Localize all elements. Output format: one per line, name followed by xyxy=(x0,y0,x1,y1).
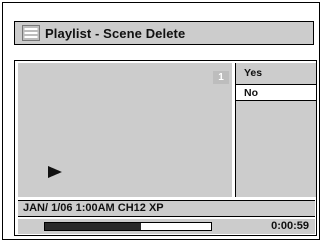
confirm-menu: Yes No xyxy=(235,63,316,197)
playback-time: 0:00:59 xyxy=(271,220,309,232)
progress-fill xyxy=(45,223,142,230)
menu-item-yes[interactable]: Yes xyxy=(236,65,316,82)
recording-info: JAN/ 1/06 1:00AM CH12 XP xyxy=(23,202,164,214)
page-title: Playlist - Scene Delete xyxy=(45,25,186,41)
playlist-icon xyxy=(22,25,40,41)
title-bar: Playlist - Scene Delete xyxy=(14,21,314,45)
dialog-frame: Playlist - Scene Delete 1 Yes No JAN/ 1/… xyxy=(2,2,320,240)
playback-progress: 0:00:59 xyxy=(18,219,315,234)
video-preview[interactable]: 1 xyxy=(18,63,232,197)
menu-item-no[interactable]: No xyxy=(236,84,316,101)
play-icon xyxy=(48,166,62,178)
recording-info-bar: JAN/ 1/06 1:00AM CH12 XP xyxy=(18,200,315,217)
progress-track xyxy=(44,222,212,231)
scene-number-badge: 1 xyxy=(213,71,229,84)
scene-delete-panel: 1 Yes No JAN/ 1/06 1:00AM CH12 XP 0:00:5… xyxy=(14,60,317,236)
